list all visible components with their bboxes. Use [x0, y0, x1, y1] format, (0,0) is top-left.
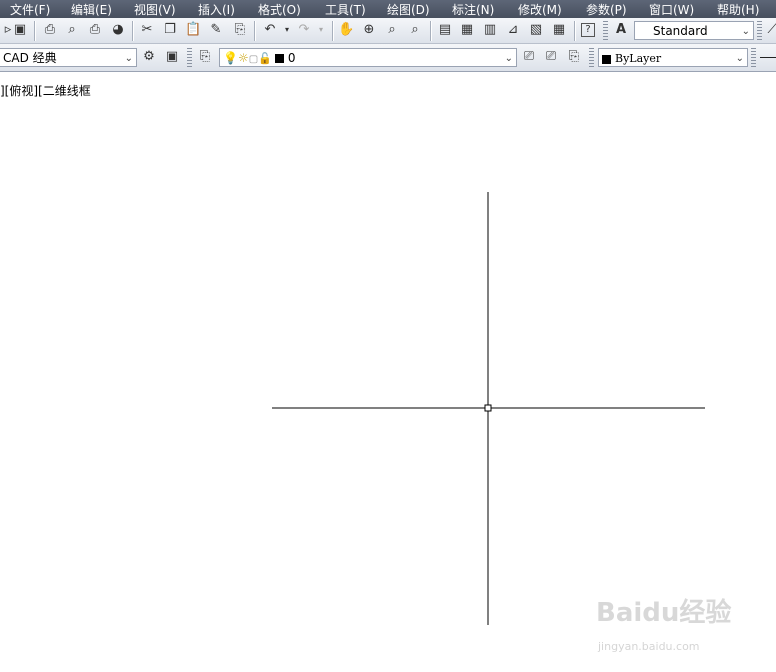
chevron-down-icon: ⌄ — [735, 53, 744, 64]
print-icon[interactable]: ⎙ — [42, 22, 58, 38]
menu-window[interactable]: 窗口(W) — [649, 1, 694, 18]
toolbar-grip[interactable] — [187, 48, 192, 68]
toolbar-separator — [34, 21, 36, 41]
toolbar-grip[interactable] — [603, 21, 608, 41]
text-style-icon[interactable]: A — [613, 22, 629, 38]
watermark-text: Baidu经验 — [596, 598, 732, 628]
chevron-down-icon: ⌄ — [504, 53, 513, 64]
color-value: ByLayer — [615, 52, 662, 65]
menu-view[interactable]: 视图(V) — [134, 1, 176, 18]
make-current-layer-icon[interactable]: ⎚ — [521, 49, 537, 65]
markup-icon[interactable]: ▧ — [528, 22, 544, 38]
sun-icon: ☼ — [237, 51, 249, 65]
save-icon[interactable]: ▣ — [12, 22, 28, 38]
toolbar-separator — [132, 21, 134, 41]
workspace-layers-toolbar: CAD 经典 ⌄ ⚙ ▣ ⎘ 💡☼▢🔓 0 ⌄ ⎚ ⎚ ⎘ ByLayer ⌄ — [0, 44, 776, 72]
menu-insert[interactable]: 插入(I) — [198, 1, 235, 18]
drawing-canvas[interactable] — [0, 74, 776, 672]
calculator-icon[interactable]: ▦ — [551, 22, 567, 38]
unlock-icon: 🔓 — [258, 52, 272, 65]
copy-icon[interactable]: ❐ — [162, 22, 178, 38]
text-style-select[interactable]: Standard ⌄ — [634, 21, 754, 40]
block-editor-icon[interactable]: ⎘ — [232, 22, 248, 38]
help-icon[interactable]: ? — [581, 23, 595, 37]
standard-toolbar: ▹ ▣ ⎙ ⌕ ⎙ ◕ ✂ ❐ 📋 ✎ ⎘ ↶ ▾ ↷ ▾ ✋ ⊕ ⌕ ⌕ ▤ … — [0, 18, 776, 44]
linetype-sample[interactable] — [760, 57, 776, 58]
design-center-icon[interactable]: ▦ — [459, 22, 475, 38]
toolbar-grip[interactable] — [751, 48, 756, 68]
layer-properties-icon[interactable]: ⎘ — [197, 49, 213, 65]
undo-icon[interactable]: ↶ — [262, 22, 278, 38]
menu-draw[interactable]: 绘图(D) — [387, 1, 430, 18]
properties-icon[interactable]: ▤ — [437, 22, 453, 38]
redo-icon[interactable]: ↷ — [296, 22, 312, 38]
menu-edit[interactable]: 编辑(E) — [71, 1, 112, 18]
color-select[interactable]: ByLayer ⌄ — [598, 48, 748, 67]
menu-dimension[interactable]: 标注(N) — [452, 1, 494, 18]
cut-icon[interactable]: ✂ — [139, 22, 155, 38]
menu-parameter[interactable]: 参数(P) — [586, 1, 627, 18]
watermark-url: jingyan.baidu.com — [598, 640, 700, 653]
pickbox — [484, 404, 492, 412]
redo-dropdown-icon[interactable]: ▾ — [313, 22, 329, 38]
menu-help[interactable]: 帮助(H) — [717, 1, 759, 18]
layer-select[interactable]: 💡☼▢🔓 0 ⌄ — [219, 48, 517, 67]
zoom-previous-icon[interactable]: ⌕ — [407, 22, 423, 38]
text-style-value: Standard — [653, 24, 708, 38]
publish-icon[interactable]: ⎙ — [87, 22, 103, 38]
dimension-style-icon[interactable]: ⟋ — [764, 22, 776, 38]
workspace-save-icon[interactable]: ▣ — [164, 49, 180, 65]
toolbar-grip[interactable] — [589, 48, 594, 68]
layer-previous-icon[interactable]: ⎚ — [543, 49, 559, 65]
toolbar-separator — [332, 21, 334, 41]
menu-file[interactable]: 文件(F) — [10, 1, 50, 18]
layer-states-icon[interactable]: ⎘ — [566, 49, 582, 65]
zoom-realtime-icon[interactable]: ⊕ — [361, 22, 377, 38]
toolbar-separator — [574, 21, 576, 41]
menu-format[interactable]: 格式(O) — [258, 1, 301, 18]
layer-value: 0 — [287, 51, 296, 65]
viewport-controls-label[interactable]: ][俯视][二维线框 — [0, 82, 91, 99]
match-properties-icon[interactable]: ✎ — [208, 22, 224, 38]
3d-dwf-icon[interactable]: ◕ — [110, 22, 126, 38]
workspace-settings-icon[interactable]: ⚙ — [141, 49, 157, 65]
color-swatch — [602, 54, 611, 64]
zoom-window-icon[interactable]: ⌕ — [384, 22, 400, 38]
menu-bar: 文件(F) 编辑(E) 视图(V) 插入(I) 格式(O) 工具(T) 绘图(D… — [0, 0, 776, 18]
bulb-icon: 💡 — [223, 51, 238, 65]
layer-color-swatch — [274, 54, 284, 63]
toolbar-separator — [430, 21, 432, 41]
freeze-vp-icon: ▢ — [248, 54, 259, 65]
menu-tools[interactable]: 工具(T) — [325, 1, 366, 18]
undo-dropdown-icon[interactable]: ▾ — [279, 22, 295, 38]
pan-icon[interactable]: ✋ — [338, 22, 354, 38]
tool-palettes-icon[interactable]: ▥ — [482, 22, 498, 38]
watermark-logo: Baidu经验 — [596, 592, 731, 629]
print-preview-icon[interactable]: ⌕ — [64, 22, 80, 38]
toolbar-separator — [254, 21, 256, 41]
toolbar-grip[interactable] — [757, 21, 762, 41]
workspace-select[interactable]: CAD 经典 ⌄ — [0, 48, 137, 67]
paste-icon[interactable]: 📋 — [185, 22, 201, 38]
workspace-value: CAD 经典 — [3, 51, 57, 65]
chevron-down-icon: ⌄ — [124, 53, 133, 64]
menu-modify[interactable]: 修改(M) — [518, 1, 562, 18]
sheet-set-icon[interactable]: ⊿ — [505, 22, 521, 38]
chevron-down-icon: ⌄ — [741, 26, 750, 37]
